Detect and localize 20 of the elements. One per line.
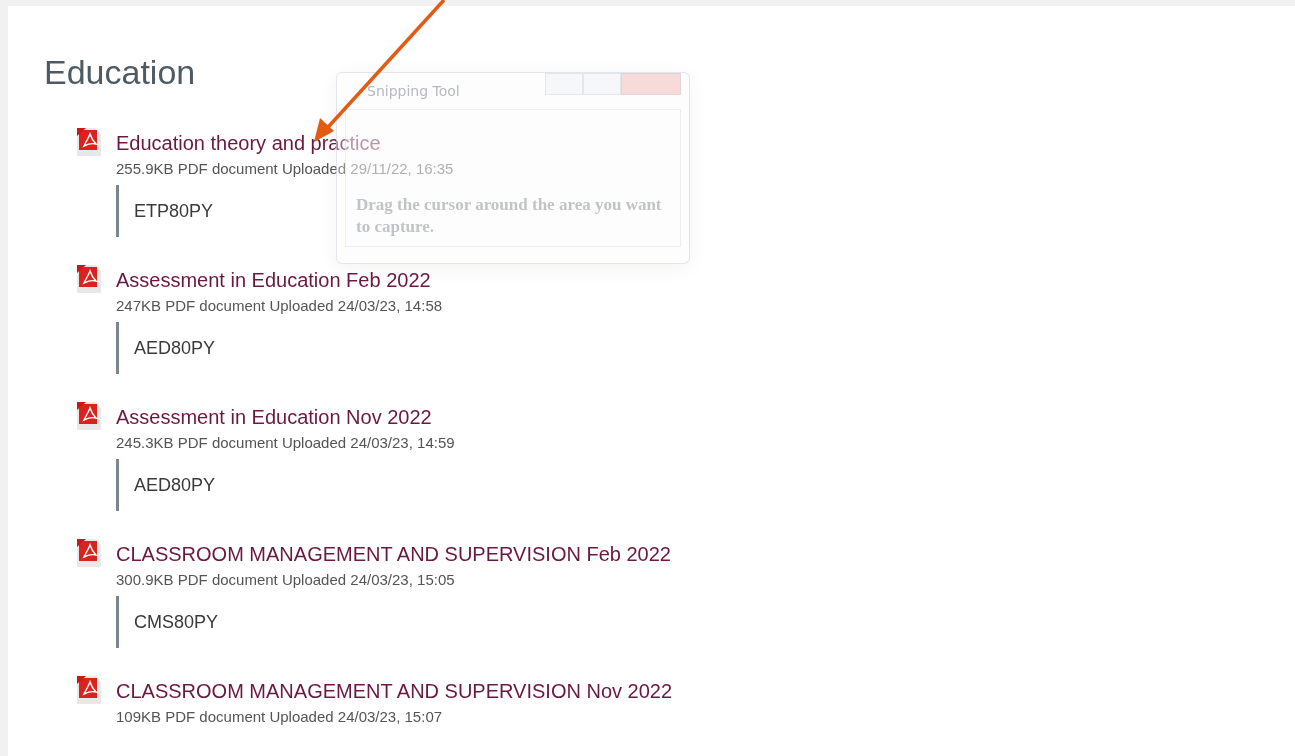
minimize-button[interactable] — [545, 73, 583, 95]
file-details: 109KB PDF document Uploaded 24/03/23, 15:07 — [116, 707, 443, 727]
course-code: CMS80PY — [134, 611, 219, 633]
course-code: AED80PY — [134, 337, 216, 359]
course-code: AED80PY — [134, 474, 216, 496]
file-details: 300.9KB PDF document Uploaded 24/03/23, 15:05 — [116, 570, 455, 590]
file-link[interactable]: CLASSROOM MANAGEMENT AND SUPERVISION Feb 2022 — [116, 541, 671, 567]
file-details: 255.9KB PDF document Uploaded 29/11/22, 16:35 — [116, 159, 454, 179]
instruction-text: Drag the cursor around the area you want to capture. — [356, 194, 663, 238]
file-details: 247KB PDF document Uploaded 24/03/23, 14:58 — [116, 296, 443, 316]
course-code: ETP80PY — [134, 200, 214, 222]
maximize-button[interactable] — [583, 73, 621, 95]
file-link[interactable]: Assessment in Education Nov 2022 — [116, 404, 432, 430]
file-link[interactable]: Assessment in Education Feb 2022 — [116, 267, 431, 293]
file-link[interactable]: Education theory and practice — [116, 130, 381, 156]
window-title: Snipping Tool — [367, 83, 460, 99]
file-link[interactable]: CLASSROOM MANAGEMENT AND SUPERVISION Nov 2022 — [116, 678, 673, 704]
section-heading: Education — [44, 52, 196, 93]
close-button[interactable] — [621, 73, 681, 95]
file-details: 245.3KB PDF document Uploaded 24/03/23, 14:59 — [116, 433, 455, 453]
